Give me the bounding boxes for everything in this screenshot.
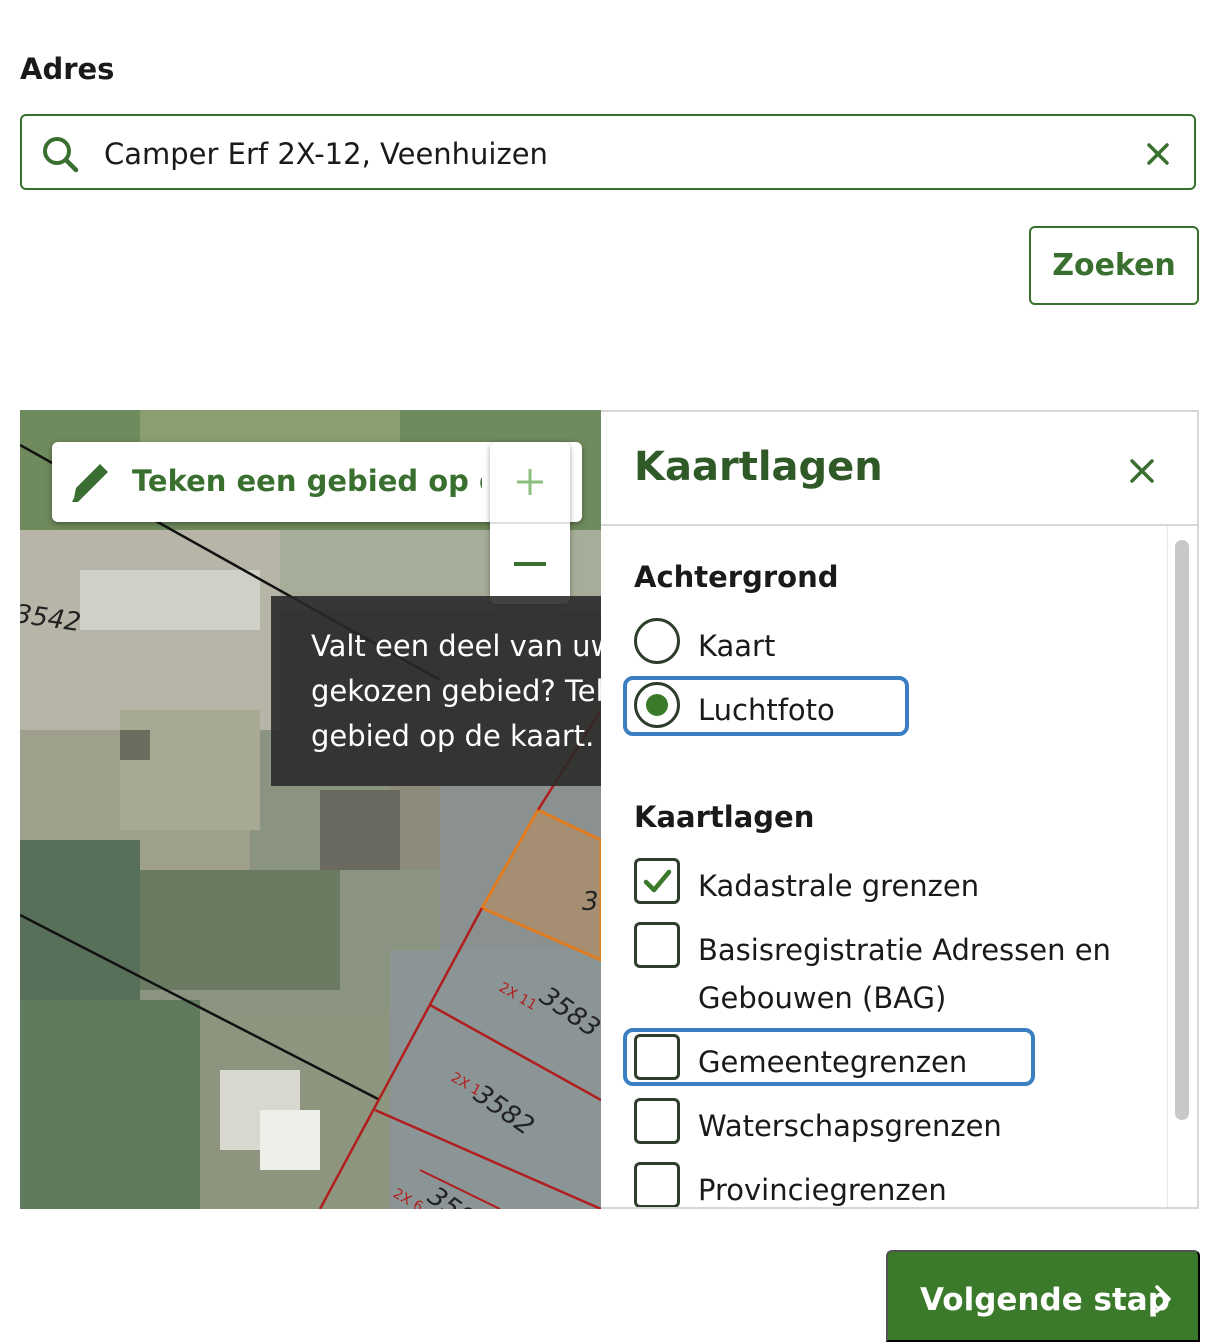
layers-panel: Kaartlagen Achtergrond Kaart Luchtfoto K… [601,410,1199,1209]
option-label: Basisregistratie Adressen en [698,933,1111,967]
option-label: Gemeentegrenzen [698,1045,968,1079]
next-step-label: Volgende stap [920,1282,1170,1318]
parcel-label: 3 [582,887,599,917]
address-label: Adres [20,52,115,86]
next-step-button[interactable]: Volgende stap [886,1250,1200,1342]
zoom-control [490,442,570,604]
option-label: Kadastrale grenzen [698,869,980,903]
option-label: Kaart [698,629,776,663]
option-label: Luchtfoto [698,693,835,727]
checkbox-waterschapsgrenzen[interactable] [634,1098,680,1144]
checkbox-gemeentegrenzen[interactable] [634,1034,680,1080]
address-input[interactable] [102,126,1106,182]
close-icon[interactable] [1127,456,1157,486]
background-heading: Achtergrond [634,560,839,594]
tooltip-line: gekozen gebied? Tek [311,674,601,708]
plus-icon [517,469,543,495]
pencil-icon [72,464,108,502]
layers-panel-header: Kaartlagen [601,412,1197,526]
checkbox-bag[interactable] [634,922,680,968]
tooltip-line: gebied op de kaart. [311,719,595,753]
search-button[interactable]: Zoeken [1029,226,1199,305]
tooltip-line: Valt een deel van uw [311,629,601,663]
option-label: Waterschapsgrenzen [698,1109,1002,1143]
checkbox-kadastrale-grenzen[interactable] [634,858,680,904]
checkmark-icon [643,869,672,893]
address-search-field[interactable] [20,114,1196,190]
chevron-right-icon [1155,1285,1171,1313]
option-label-line2: Gebouwen (BAG) [698,981,947,1015]
map-view[interactable]: 3542 2X 11 3583 2X 1 3582 2X 6 358 3 Tek… [20,410,601,1209]
option-label: Provinciegrenzen [698,1173,947,1207]
map-tooltip: Valt een deel van uw gekozen gebied? Tek… [271,596,601,786]
layers-heading: Kaartlagen [634,800,815,834]
minus-icon [514,562,546,566]
search-icon [43,137,79,173]
draw-area-label: Teken een gebied op de k [132,464,482,498]
layers-panel-title: Kaartlagen [634,444,883,490]
checkbox-provinciegrenzen[interactable] [634,1162,680,1207]
radio-luchtfoto[interactable] [634,682,680,728]
zoom-in-button[interactable] [490,442,570,522]
radio-kaart[interactable] [634,618,680,664]
zoom-out-button[interactable] [490,524,570,604]
close-icon[interactable] [1144,140,1172,168]
scrollbar-thumb[interactable] [1175,540,1189,1120]
